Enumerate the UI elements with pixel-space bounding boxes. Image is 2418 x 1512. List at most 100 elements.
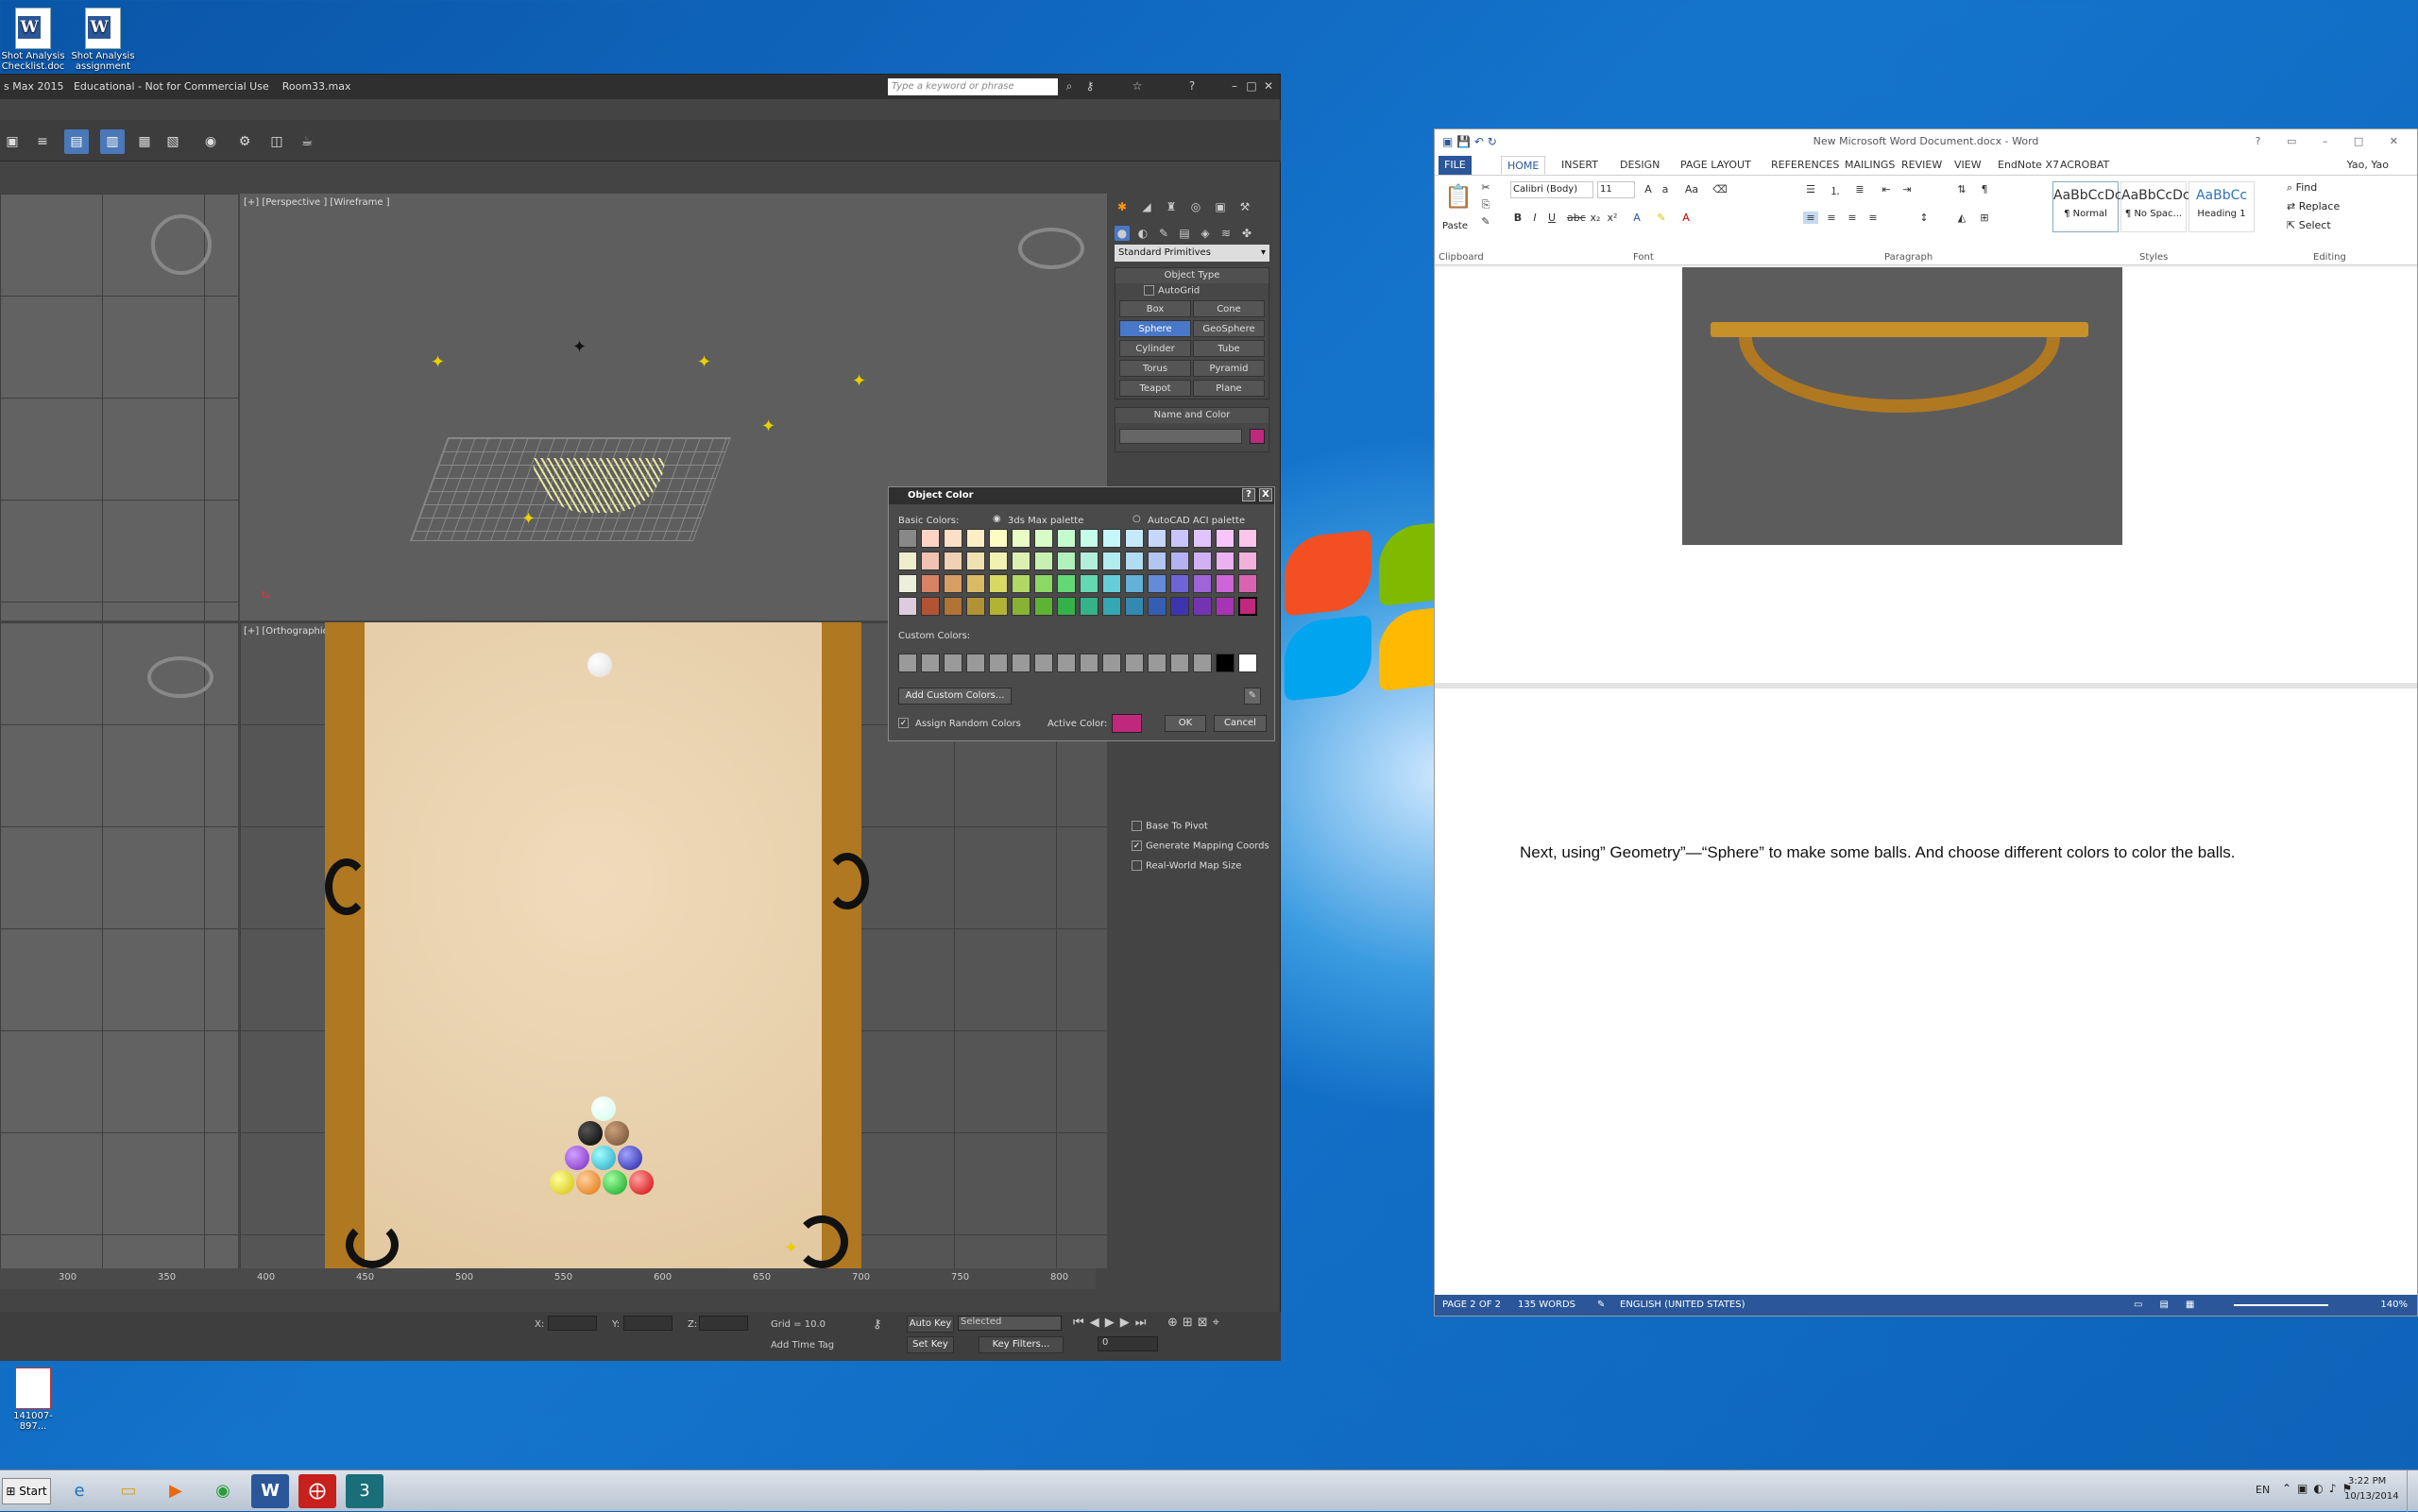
color-swatch[interactable]: [1193, 597, 1212, 616]
color-swatch[interactable]: [1193, 574, 1212, 593]
chrome-icon[interactable]: ◉: [204, 1474, 242, 1508]
color-swatch[interactable]: [1012, 574, 1030, 593]
color-swatch[interactable]: [944, 529, 962, 548]
embedded-screenshot[interactable]: [1682, 267, 2122, 545]
torus-button[interactable]: Torus: [1119, 360, 1191, 377]
tab-acrobat[interactable]: ACROBAT: [2054, 156, 2115, 175]
search-input[interactable]: Type a keyword or phrase: [888, 78, 1058, 95]
color-swatch[interactable]: [1238, 574, 1257, 593]
sort-icon[interactable]: ⇅: [1954, 183, 1969, 195]
justify-icon[interactable]: ≡: [1865, 212, 1881, 224]
ball-orange[interactable]: [576, 1170, 601, 1195]
color-swatch[interactable]: [966, 552, 985, 570]
italic-icon[interactable]: I: [1527, 212, 1542, 224]
paste-label[interactable]: Paste: [1442, 221, 1468, 231]
viewport-label[interactable]: [+] [Perspective ] [Wireframe ]: [244, 197, 390, 208]
lights-icon[interactable]: ✎: [1156, 226, 1171, 241]
custom-color-swatch[interactable]: [1080, 654, 1098, 672]
frame-field[interactable]: 0: [1098, 1336, 1158, 1351]
copy-icon[interactable]: ⎘: [1478, 198, 1493, 212]
text-effects-icon[interactable]: A: [1629, 212, 1644, 224]
color-swatch[interactable]: [1148, 529, 1166, 548]
primitives-dropdown[interactable]: Standard Primitives ▾: [1115, 245, 1269, 262]
dialog-help-button[interactable]: ?: [1242, 488, 1255, 501]
custom-color-swatch[interactable]: [898, 654, 917, 672]
add-custom-colors-button[interactable]: Add Custom Colors...: [898, 688, 1012, 705]
geosphere-button[interactable]: GeoSphere: [1193, 320, 1265, 337]
bold-icon[interactable]: B: [1510, 212, 1525, 224]
select-tool-icon[interactable]: ▣: [0, 129, 25, 154]
set-key-button[interactable]: Set Key: [907, 1336, 954, 1353]
color-swatch[interactable]: [1238, 529, 1257, 548]
base-to-pivot-checkbox[interactable]: [1132, 821, 1142, 831]
custom-color-swatch[interactable]: [1102, 654, 1121, 672]
align-center-icon[interactable]: ≡: [1824, 212, 1839, 224]
zoom-level[interactable]: 140%: [2380, 1295, 2408, 1316]
color-swatch[interactable]: [1012, 597, 1030, 616]
color-swatch[interactable]: [1080, 529, 1098, 548]
color-swatch[interactable]: [1057, 552, 1076, 570]
cue-ball[interactable]: [587, 653, 612, 677]
play-controls-icon[interactable]: ⏮◀▶▶⏭: [1073, 1316, 1151, 1330]
color-swatch[interactable]: [966, 574, 985, 593]
replace-button[interactable]: ⇄ Replace: [2287, 200, 2340, 212]
color-swatch[interactable]: [966, 529, 985, 548]
shapes-icon[interactable]: ◐: [1135, 226, 1150, 241]
viewcube-icon[interactable]: [147, 656, 213, 698]
add-time-tag[interactable]: Add Time Tag: [771, 1340, 834, 1351]
ball-yellow[interactable]: [550, 1170, 574, 1195]
grow-font-icon[interactable]: A: [1641, 183, 1656, 195]
rollout-header[interactable]: Name and Color: [1115, 408, 1269, 423]
star-icon[interactable]: ☆: [1130, 78, 1145, 93]
color-swatch[interactable]: [1216, 574, 1235, 593]
style-no-spacing[interactable]: AaBbCcDc ¶ No Spac...: [2120, 181, 2190, 232]
light-helper-icon[interactable]: ✦: [784, 1238, 798, 1258]
superscript-icon[interactable]: x²: [1605, 212, 1620, 224]
decrease-indent-icon[interactable]: ⇤: [1879, 183, 1894, 195]
viewport-bottom-left[interactable]: [0, 622, 238, 1268]
light-helper-icon[interactable]: ✦: [431, 352, 445, 372]
color-swatch[interactable]: [1170, 597, 1189, 616]
clock-date[interactable]: 10/13/2014: [2344, 1491, 2399, 1502]
schematic-icon[interactable]: ▧: [161, 129, 185, 154]
format-painter-icon[interactable]: ✎: [1478, 215, 1493, 228]
select-button[interactable]: ⇱ Select: [2287, 219, 2331, 231]
autogrid-checkbox[interactable]: [1144, 285, 1154, 296]
color-swatch[interactable]: [1034, 529, 1053, 548]
color-swatch[interactable]: [1057, 597, 1076, 616]
ball-cyan[interactable]: [591, 1146, 616, 1170]
graph-editor-icon[interactable]: ▦: [132, 129, 157, 154]
render-frame-icon[interactable]: ◫: [264, 129, 289, 154]
custom-color-swatch[interactable]: [1034, 654, 1053, 672]
page-count[interactable]: PAGE 2 OF 2: [1442, 1295, 1501, 1316]
align-icon[interactable]: ≡: [30, 129, 55, 154]
color-swatch[interactable]: [1148, 574, 1166, 593]
color-swatch[interactable]: [1080, 597, 1098, 616]
custom-color-swatch[interactable]: [989, 654, 1008, 672]
max-palette-radio[interactable]: ◉: [993, 514, 1001, 524]
language-indicator[interactable]: EN: [2256, 1484, 2270, 1496]
style-heading-1[interactable]: AaBbCc Heading 1: [2188, 181, 2255, 232]
line-spacing-icon[interactable]: ↕: [1916, 212, 1932, 224]
close-button[interactable]: ✕: [1262, 79, 1275, 93]
color-swatch[interactable]: [989, 529, 1008, 548]
layer-manager-icon[interactable]: ▥: [100, 129, 125, 154]
light-helper-icon[interactable]: ✦: [761, 416, 775, 436]
color-swatch[interactable]: [1238, 597, 1257, 616]
systems-icon[interactable]: ✤: [1239, 226, 1254, 241]
color-swatch[interactable]: [1102, 529, 1121, 548]
highlight-icon[interactable]: ✎: [1654, 212, 1669, 224]
custom-color-swatch[interactable]: [966, 654, 985, 672]
custom-color-swatch[interactable]: [1125, 654, 1144, 672]
time-ruler[interactable]: 300 350 400 450 500 550 600 650 700 750 800: [0, 1268, 1096, 1289]
color-swatch[interactable]: [1080, 552, 1098, 570]
motion-tab-icon[interactable]: ◎: [1188, 199, 1203, 214]
display-tab-icon[interactable]: ▣: [1213, 199, 1228, 214]
color-swatch[interactable]: [1102, 574, 1121, 593]
acrobat-icon[interactable]: ⨁: [298, 1474, 336, 1508]
custom-color-swatch[interactable]: [944, 654, 962, 672]
object-color-swatch[interactable]: [1250, 429, 1265, 444]
user-name[interactable]: Yao, Yao: [2341, 156, 2394, 175]
tab-page-layout[interactable]: PAGE LAYOUT: [1675, 156, 1757, 175]
cameras-icon[interactable]: ▤: [1177, 226, 1192, 241]
